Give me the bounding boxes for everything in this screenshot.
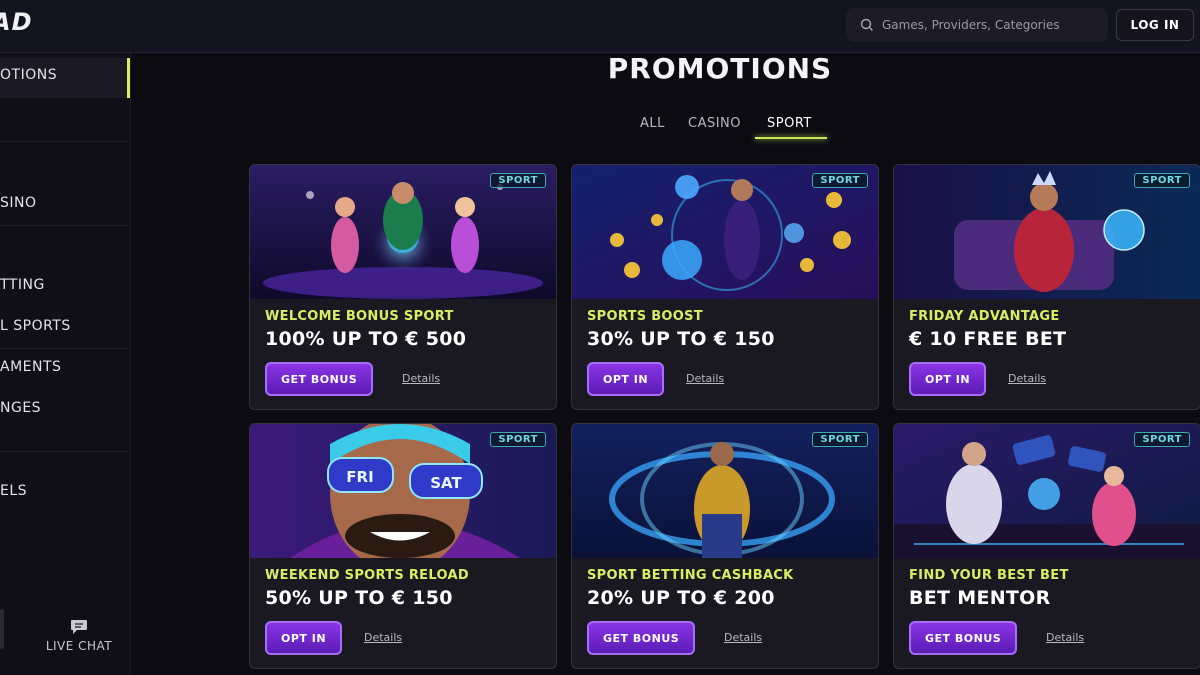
login-button[interactable]: LOG IN xyxy=(1116,9,1194,41)
get-bonus-button[interactable]: GET BONUS xyxy=(909,621,1018,655)
get-bonus-button[interactable]: GET BONUS xyxy=(265,362,374,396)
promo-subtitle: FRIDAY ADVANTAGE xyxy=(909,309,1060,324)
promo-headline: 30% UP TO € 150 xyxy=(587,328,775,350)
site-logo[interactable]: AD xyxy=(0,8,33,36)
opt-in-button[interactable]: OPT IN xyxy=(587,362,665,396)
promo-subtitle: FIND YOUR BEST BET xyxy=(909,568,1069,583)
search-input[interactable] xyxy=(882,18,1102,32)
promo-subtitle: SPORTS BOOST xyxy=(587,309,703,324)
sidebar-item-levels[interactable]: ELS xyxy=(0,483,128,499)
promo-card[interactable]: FRI SAT SPORT WEEKEND SPORTS RELOAD 50% … xyxy=(249,423,557,669)
top-header: AD LOG IN xyxy=(0,0,1200,53)
search-box[interactable] xyxy=(846,8,1108,42)
details-link[interactable]: Details xyxy=(402,372,440,385)
promo-card[interactable]: SPORT FIND YOUR BEST BET BET MENTOR GET … xyxy=(893,423,1200,669)
sidebar-item-betting[interactable]: TTING xyxy=(0,277,128,293)
art-text-fri: FRI xyxy=(346,468,373,486)
sidebar-collapse-handle[interactable] xyxy=(0,609,4,649)
sidebar-divider xyxy=(0,348,128,349)
category-badge: SPORT xyxy=(490,432,546,447)
promo-subtitle: WELCOME BONUS SPORT xyxy=(265,309,454,324)
sidebar: OTIONS SINO TTING L SPORTS AMENTS NGES E… xyxy=(0,53,131,675)
sidebar-divider xyxy=(0,225,128,226)
category-badge: SPORT xyxy=(812,173,868,188)
get-bonus-button[interactable]: GET BONUS xyxy=(587,621,696,655)
details-link[interactable]: Details xyxy=(724,631,762,644)
sidebar-divider xyxy=(0,141,128,142)
promo-headline: 20% UP TO € 200 xyxy=(587,587,775,609)
sidebar-item-challenges[interactable]: NGES xyxy=(0,400,128,416)
category-badge: SPORT xyxy=(490,173,546,188)
chat-icon xyxy=(71,620,87,634)
promo-subtitle: WEEKEND SPORTS RELOAD xyxy=(265,568,469,583)
tab-casino[interactable]: CASINO xyxy=(688,116,741,131)
promotion-tabs: ALL CASINO SPORT xyxy=(620,116,840,146)
details-link[interactable]: Details xyxy=(1046,631,1084,644)
category-badge: SPORT xyxy=(1134,173,1190,188)
sidebar-item-promotions[interactable]: OTIONS xyxy=(0,67,128,83)
tab-sport[interactable]: SPORT xyxy=(767,116,812,131)
details-link[interactable]: Details xyxy=(364,631,402,644)
promo-card[interactable]: SPORT SPORTS BOOST 30% UP TO € 150 OPT I… xyxy=(571,164,879,410)
search-icon xyxy=(860,18,873,31)
promo-headline: 50% UP TO € 150 xyxy=(265,587,453,609)
category-badge: SPORT xyxy=(1134,432,1190,447)
sidebar-item-casino[interactable]: SINO xyxy=(0,195,128,211)
art-text-sat: SAT xyxy=(430,474,462,492)
sidebar-divider xyxy=(0,451,128,452)
opt-in-button[interactable]: OPT IN xyxy=(265,621,343,655)
live-chat-label: LIVE CHAT xyxy=(45,639,113,653)
sidebar-item-virtual-sports[interactable]: L SPORTS xyxy=(0,318,128,334)
active-tab-indicator xyxy=(755,137,827,139)
promo-card[interactable]: SPORT WELCOME BONUS SPORT 100% UP TO € 5… xyxy=(249,164,557,410)
opt-in-button[interactable]: OPT IN xyxy=(909,362,987,396)
category-badge: SPORT xyxy=(812,432,868,447)
promo-card[interactable]: SPORT FRIDAY ADVANTAGE € 10 FREE BET OPT… xyxy=(893,164,1200,410)
details-link[interactable]: Details xyxy=(686,372,724,385)
promo-headline: € 10 FREE BET xyxy=(909,328,1067,350)
promo-headline: BET MENTOR xyxy=(909,587,1051,609)
live-chat-button[interactable]: LIVE CHAT xyxy=(36,619,122,653)
promo-headline: 100% UP TO € 500 xyxy=(265,328,467,350)
promo-subtitle: SPORT BETTING CASHBACK xyxy=(587,568,794,583)
details-link[interactable]: Details xyxy=(1008,372,1046,385)
tab-all[interactable]: ALL xyxy=(640,116,665,131)
sidebar-item-tournaments[interactable]: AMENTS xyxy=(0,359,128,375)
page-title: PROMOTIONS xyxy=(607,52,833,85)
promo-card[interactable]: SPORT SPORT BETTING CASHBACK 20% UP TO €… xyxy=(571,423,879,669)
